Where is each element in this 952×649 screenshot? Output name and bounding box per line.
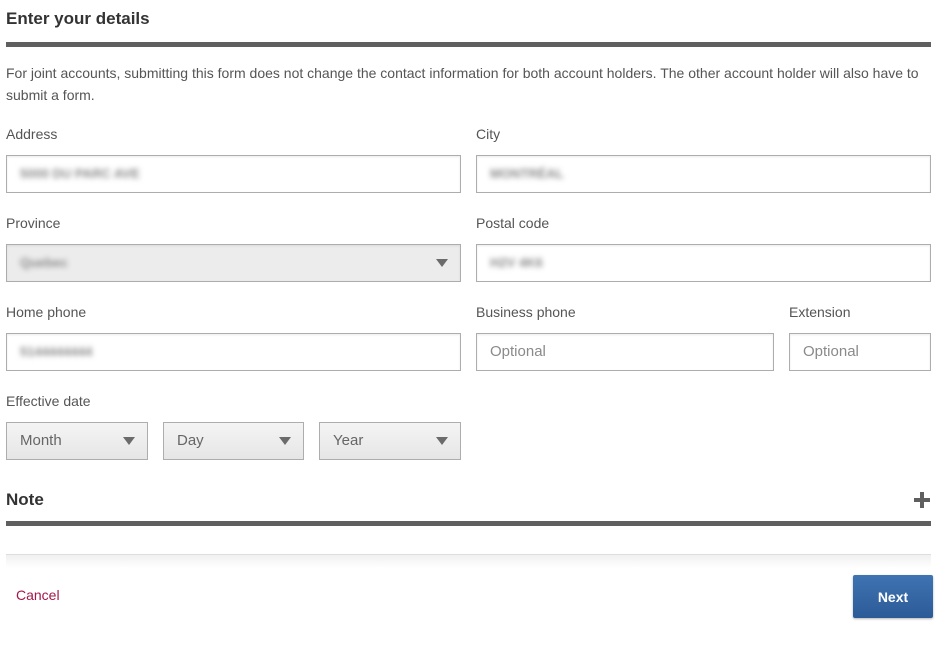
month-select[interactable]: Month xyxy=(6,422,148,460)
chevron-down-icon xyxy=(279,437,291,445)
address-label: Address xyxy=(6,126,58,142)
province-value: Quebec xyxy=(20,255,68,270)
extension-field[interactable]: Optional xyxy=(789,333,931,371)
title-divider xyxy=(6,42,931,47)
postal-code-label: Postal code xyxy=(476,215,550,231)
home-phone-label: Home phone xyxy=(6,304,87,320)
day-select[interactable]: Day xyxy=(163,422,304,460)
effective-date-label: Effective date xyxy=(6,393,91,409)
chevron-down-icon xyxy=(436,437,448,445)
chevron-down-icon xyxy=(436,259,448,267)
plus-icon[interactable] xyxy=(914,492,930,508)
home-phone-value: 5144444444 xyxy=(20,344,93,359)
year-select-value: Year xyxy=(333,432,364,449)
postal-code-value: H2V 4K6 xyxy=(490,255,543,270)
next-button[interactable]: Next xyxy=(853,575,933,618)
month-select-value: Month xyxy=(20,432,62,449)
province-select[interactable]: Quebec xyxy=(6,244,461,282)
note-section-title[interactable]: Note xyxy=(6,490,44,510)
page-title: Enter your details xyxy=(6,9,150,28)
chevron-down-icon xyxy=(123,437,135,445)
home-phone-field[interactable]: 5144444444 xyxy=(6,333,461,371)
city-label: City xyxy=(476,126,501,142)
postal-code-field[interactable]: H2V 4K6 xyxy=(476,244,931,282)
province-label: Province xyxy=(6,215,61,231)
footer-divider xyxy=(6,554,931,568)
note-divider xyxy=(6,521,931,526)
day-select-value: Day xyxy=(177,432,204,449)
year-select[interactable]: Year xyxy=(319,422,461,460)
business-phone-field[interactable]: Optional xyxy=(476,333,774,371)
address-field[interactable]: 5000 DU PARC AVE xyxy=(6,155,461,193)
extension-label: Extension xyxy=(789,304,851,320)
city-field[interactable]: MONTRÉAL xyxy=(476,155,931,193)
address-value: 5000 DU PARC AVE xyxy=(20,166,140,181)
business-phone-label: Business phone xyxy=(476,304,576,320)
joint-account-notice: For joint accounts, submitting this form… xyxy=(6,65,919,103)
city-value: MONTRÉAL xyxy=(490,166,564,181)
cancel-link[interactable]: Cancel xyxy=(16,587,60,603)
